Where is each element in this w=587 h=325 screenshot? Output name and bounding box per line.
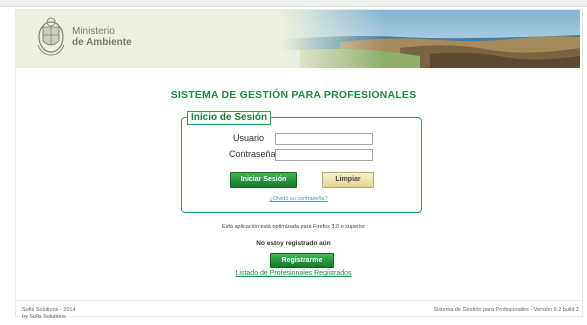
ministry-name-line2: de Ambiente bbox=[72, 37, 132, 48]
footer-author: by Sofis Solutions bbox=[22, 313, 66, 320]
not-registered-text: No estoy registrado aún bbox=[256, 240, 331, 247]
footer-copyright: Sofis Solutions - 2014 bbox=[22, 307, 76, 313]
top-strip bbox=[0, 0, 587, 7]
password-input[interactable] bbox=[275, 149, 373, 161]
forgot-password-link-row: ¿Olvidó su contraseña? bbox=[0, 196, 587, 202]
coat-of-arms-icon bbox=[37, 17, 65, 56]
footer-version: Sistema de Gestión para Profesionales - … bbox=[433, 307, 579, 313]
registered-professionals-link[interactable]: Listado de Profesionales Registrados bbox=[0, 270, 587, 277]
register-button[interactable]: Registrarme bbox=[270, 253, 334, 268]
browser-note: Esta aplicación está optimizada para Fir… bbox=[221, 224, 366, 230]
login-button[interactable]: Iniciar Sesión bbox=[230, 172, 297, 188]
footer-credits: Sofis Solutions - 2014 by Sofis Solution… bbox=[22, 307, 76, 320]
password-label: Contraseña bbox=[229, 149, 276, 159]
footer-divider bbox=[16, 300, 580, 301]
coastal-landscape-photo bbox=[280, 10, 580, 68]
login-legend: Inicio de Sesión bbox=[187, 111, 272, 125]
page-title: SISTEMA DE GESTIÓN PARA PROFESIONALES bbox=[170, 89, 417, 101]
ministry-name-line1: Ministerio bbox=[72, 26, 115, 37]
clear-button[interactable]: Limpiar bbox=[322, 172, 374, 188]
header-banner: Ministerio de Ambiente bbox=[16, 10, 580, 68]
username-label: Usuario bbox=[233, 133, 265, 143]
forgot-password-link[interactable]: ¿Olvidó su contraseña? bbox=[269, 196, 327, 202]
username-input[interactable] bbox=[275, 133, 373, 145]
